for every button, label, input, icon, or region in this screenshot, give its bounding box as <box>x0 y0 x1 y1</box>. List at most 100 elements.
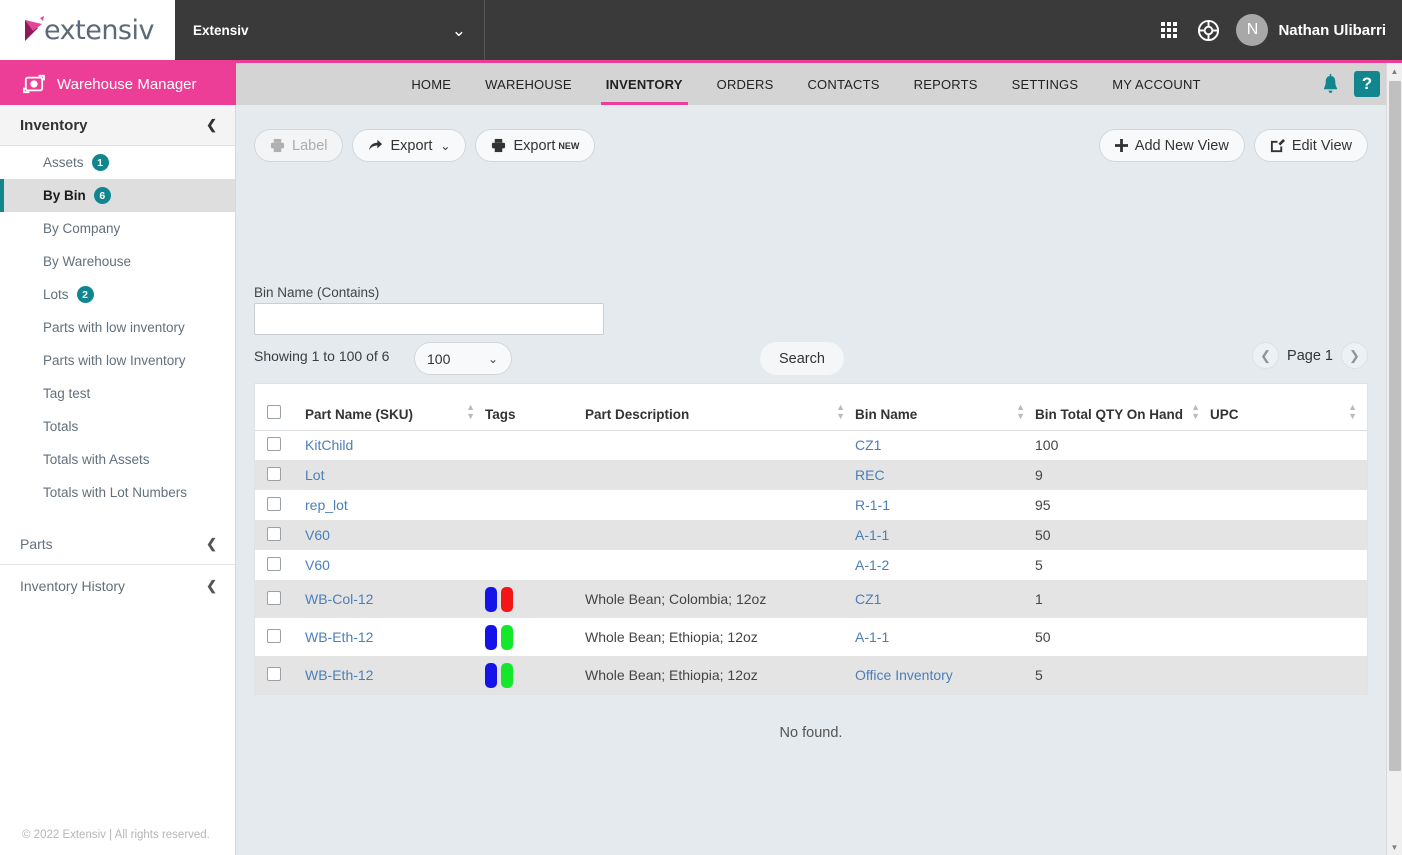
column-part-name[interactable]: Part Name (SKU) ▲▼ <box>305 384 485 430</box>
part-name-link[interactable]: KitChild <box>305 437 353 453</box>
row-checkbox[interactable] <box>267 437 281 451</box>
organization-selector[interactable]: Extensiv ⌄ <box>175 0 485 60</box>
table-row[interactable]: KitChild CZ1 100 <box>255 430 1367 460</box>
part-name-link[interactable]: V60 <box>305 557 330 573</box>
cell-part-description <box>585 550 855 580</box>
search-button[interactable]: Search <box>760 342 844 375</box>
row-select-cell <box>255 656 305 694</box>
sidebar-header-inventory[interactable]: Inventory ❮ <box>0 105 235 146</box>
cell-tags <box>485 490 585 520</box>
table-row[interactable]: V60 A-1-2 5 <box>255 550 1367 580</box>
export-new-button[interactable]: Export NEW <box>475 129 595 162</box>
cell-upc <box>1210 550 1367 580</box>
nav-tab-inventory[interactable]: INVENTORY <box>589 63 700 105</box>
row-select-cell <box>255 490 305 520</box>
column-part-description[interactable]: Part Description ▲▼ <box>585 384 855 430</box>
select-all-checkbox[interactable] <box>267 405 281 419</box>
sidebar-item-lots[interactable]: Lots 2 <box>0 278 235 311</box>
sidebar-item-parts-with-low-inventory[interactable]: Parts with low inventory <box>0 311 235 344</box>
row-checkbox[interactable] <box>267 629 281 643</box>
sort-icon[interactable]: ▲▼ <box>1016 403 1025 422</box>
label-button[interactable]: Label <box>254 129 343 162</box>
cell-bin-name: CZ1 <box>855 580 1035 618</box>
row-checkbox[interactable] <box>267 467 281 481</box>
bin-name-link[interactable]: REC <box>855 467 885 483</box>
sidebar-item-totals-with-assets[interactable]: Totals with Assets <box>0 443 235 476</box>
bin-name-link[interactable]: A-1-1 <box>855 527 889 543</box>
sidebar-item-totals-with-lot-numbers[interactable]: Totals with Lot Numbers <box>0 476 235 509</box>
column-upc[interactable]: UPC ▲▼ <box>1210 384 1367 430</box>
row-checkbox[interactable] <box>267 527 281 541</box>
table-row[interactable]: rep_lot R-1-1 95 <box>255 490 1367 520</box>
sidebar-item-parts-with-low-inventory-2[interactable]: Parts with low Inventory <box>0 344 235 377</box>
row-checkbox[interactable] <box>267 667 281 681</box>
nav-tab-my-account[interactable]: MY ACCOUNT <box>1095 63 1217 105</box>
avatar[interactable]: N <box>1236 14 1268 46</box>
part-name-link[interactable]: WB-Eth-12 <box>305 629 373 645</box>
export-button[interactable]: Export ⌄ <box>352 129 466 162</box>
sidebar-item-totals[interactable]: Totals <box>0 410 235 443</box>
nav-tab-warehouse-label: WAREHOUSE <box>485 77 572 92</box>
column-bin-name[interactable]: Bin Name ▲▼ <box>855 384 1035 430</box>
sort-icon[interactable]: ▲▼ <box>1348 403 1357 422</box>
add-new-view-button[interactable]: Add New View <box>1099 129 1245 162</box>
notification-bell-icon[interactable] <box>1321 74 1340 95</box>
cell-part-name: WB-Col-12 <box>305 580 485 618</box>
bin-name-link[interactable]: R-1-1 <box>855 497 890 513</box>
table-row[interactable]: Lot REC 9 <box>255 460 1367 490</box>
nav-tab-contacts[interactable]: CONTACTS <box>790 63 896 105</box>
table-row[interactable]: WB-Col-12 Whole Bean; Colombia; 12oz CZ1… <box>255 580 1367 618</box>
bin-name-link[interactable]: CZ1 <box>855 591 881 607</box>
sidebar-item-by-company[interactable]: By Company <box>0 212 235 245</box>
sidebar-group-label: Parts <box>20 536 206 552</box>
column-bin-total-qty[interactable]: Bin Total QTY On Hand ▲▼ <box>1035 384 1210 430</box>
sort-icon[interactable]: ▲▼ <box>836 403 845 422</box>
sidebar-item-tag-test[interactable]: Tag test <box>0 377 235 410</box>
scroll-up-arrow-icon[interactable]: ▲ <box>1387 63 1402 79</box>
table-row[interactable]: WB-Eth-12 Whole Bean; Ethiopia; 12oz A-1… <box>255 618 1367 656</box>
previous-page-button[interactable]: ❮ <box>1252 342 1279 369</box>
bin-name-link[interactable]: A-1-1 <box>855 629 889 645</box>
nav-tab-reports[interactable]: REPORTS <box>897 63 995 105</box>
table-row[interactable]: V60 A-1-1 50 <box>255 520 1367 550</box>
bin-name-link[interactable]: Office Inventory <box>855 667 953 683</box>
cell-tags <box>485 550 585 580</box>
printer-icon <box>270 138 285 153</box>
nav-tab-orders[interactable]: ORDERS <box>700 63 791 105</box>
edit-view-button[interactable]: Edit View <box>1254 129 1368 162</box>
nav-tab-settings[interactable]: SETTINGS <box>995 63 1096 105</box>
export-new-badge: NEW <box>558 141 579 151</box>
part-name-link[interactable]: WB-Eth-12 <box>305 667 373 683</box>
sidebar-item-assets[interactable]: Assets 1 <box>0 146 235 179</box>
sort-icon[interactable]: ▲▼ <box>466 403 475 422</box>
help-button[interactable]: ? <box>1354 71 1380 97</box>
next-page-button[interactable]: ❯ <box>1341 342 1368 369</box>
page-scrollbar[interactable]: ▲ ▼ <box>1386 63 1402 855</box>
sidebar-group-inventory-history[interactable]: Inventory History ❮ <box>0 565 235 606</box>
table-row[interactable]: WB-Eth-12 Whole Bean; Ethiopia; 12oz Off… <box>255 656 1367 694</box>
app-grid-icon[interactable] <box>1161 22 1177 38</box>
row-checkbox[interactable] <box>267 591 281 605</box>
scroll-down-arrow-icon[interactable]: ▼ <box>1387 839 1402 855</box>
bin-name-link[interactable]: CZ1 <box>855 437 881 453</box>
row-checkbox[interactable] <box>267 497 281 511</box>
bin-name-link[interactable]: A-1-2 <box>855 557 889 573</box>
extensiv-logo[interactable]: extensiv <box>0 0 175 60</box>
bin-name-input[interactable] <box>254 303 604 335</box>
sidebar-item-by-bin[interactable]: By Bin 6 <box>0 179 235 212</box>
sidebar-group-parts[interactable]: Parts ❮ <box>0 523 235 564</box>
nav-tab-home[interactable]: HOME <box>394 63 468 105</box>
lifebuoy-support-icon[interactable] <box>1197 19 1220 42</box>
row-checkbox[interactable] <box>267 557 281 571</box>
sort-icon[interactable]: ▲▼ <box>1191 403 1200 422</box>
cell-tags <box>485 430 585 460</box>
tag-swatch <box>485 625 497 650</box>
part-name-link[interactable]: WB-Col-12 <box>305 591 373 607</box>
part-name-link[interactable]: Lot <box>305 467 324 483</box>
scrollbar-thumb[interactable] <box>1389 81 1401 771</box>
part-name-link[interactable]: V60 <box>305 527 330 543</box>
page-size-select[interactable]: 10 25 50 100 <box>414 342 512 375</box>
part-name-link[interactable]: rep_lot <box>305 497 348 513</box>
sidebar-item-by-warehouse[interactable]: By Warehouse <box>0 245 235 278</box>
nav-tab-warehouse[interactable]: WAREHOUSE <box>468 63 589 105</box>
